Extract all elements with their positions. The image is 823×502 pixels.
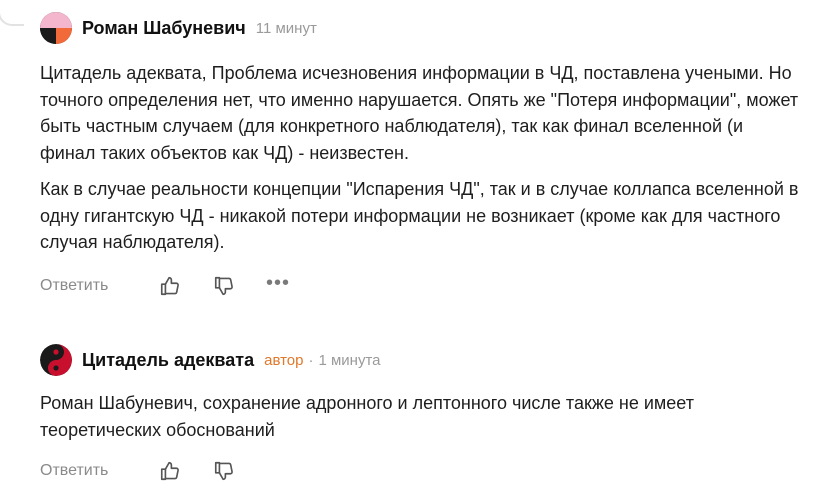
- reply-button[interactable]: Ответить: [40, 462, 158, 480]
- comment-header: Роман Шабуневич 11 минут: [40, 12, 803, 44]
- dislike-icon: [214, 461, 233, 481]
- dislike-icon: [214, 276, 233, 295]
- like-button[interactable]: [158, 459, 182, 483]
- comment-paragraph: Как в случае реальности концепции "Испар…: [40, 179, 799, 252]
- thread-connector-line: [0, 0, 24, 26]
- author-name[interactable]: Цитадель адеквата: [82, 350, 254, 371]
- like-icon: [160, 276, 179, 295]
- separator-dot: ·: [308, 351, 314, 369]
- comment-body: Цитадель адеквата, Проблема исчезновения…: [40, 60, 803, 256]
- comment: Роман Шабуневич 11 минут Цитадель адеква…: [40, 12, 803, 298]
- dislike-button[interactable]: [212, 274, 236, 298]
- author-badge: автор: [264, 351, 304, 369]
- comment-paragraph: Цитадель адеквата, Проблема исчезновения…: [40, 63, 799, 163]
- comment-actions: Ответить •••: [40, 273, 803, 298]
- comment-time: 1 минута: [318, 351, 381, 369]
- avatar-pink-icon: [40, 12, 72, 44]
- comment-header: Цитадель адеквата автор · 1 минута: [40, 344, 803, 376]
- comment-time: 11 минут: [255, 19, 317, 37]
- author-name[interactable]: Роман Шабуневич: [82, 18, 246, 39]
- dislike-button[interactable]: [212, 459, 236, 483]
- reply-button[interactable]: Ответить: [40, 277, 158, 295]
- avatar[interactable]: [40, 344, 72, 376]
- like-icon: [160, 461, 179, 481]
- avatar-yin-yang-icon: [40, 344, 72, 376]
- like-button[interactable]: [158, 274, 182, 298]
- comment: Цитадель адеквата автор · 1 минута Роман…: [40, 344, 803, 483]
- comment-paragraph: Роман Шабуневич, сохранение адронного и …: [40, 393, 694, 440]
- more-icon[interactable]: •••: [266, 273, 290, 293]
- comment-body: Роман Шабуневич, сохранение адронного и …: [40, 390, 803, 443]
- comment-actions: Ответить: [40, 459, 803, 483]
- avatar[interactable]: [40, 12, 72, 44]
